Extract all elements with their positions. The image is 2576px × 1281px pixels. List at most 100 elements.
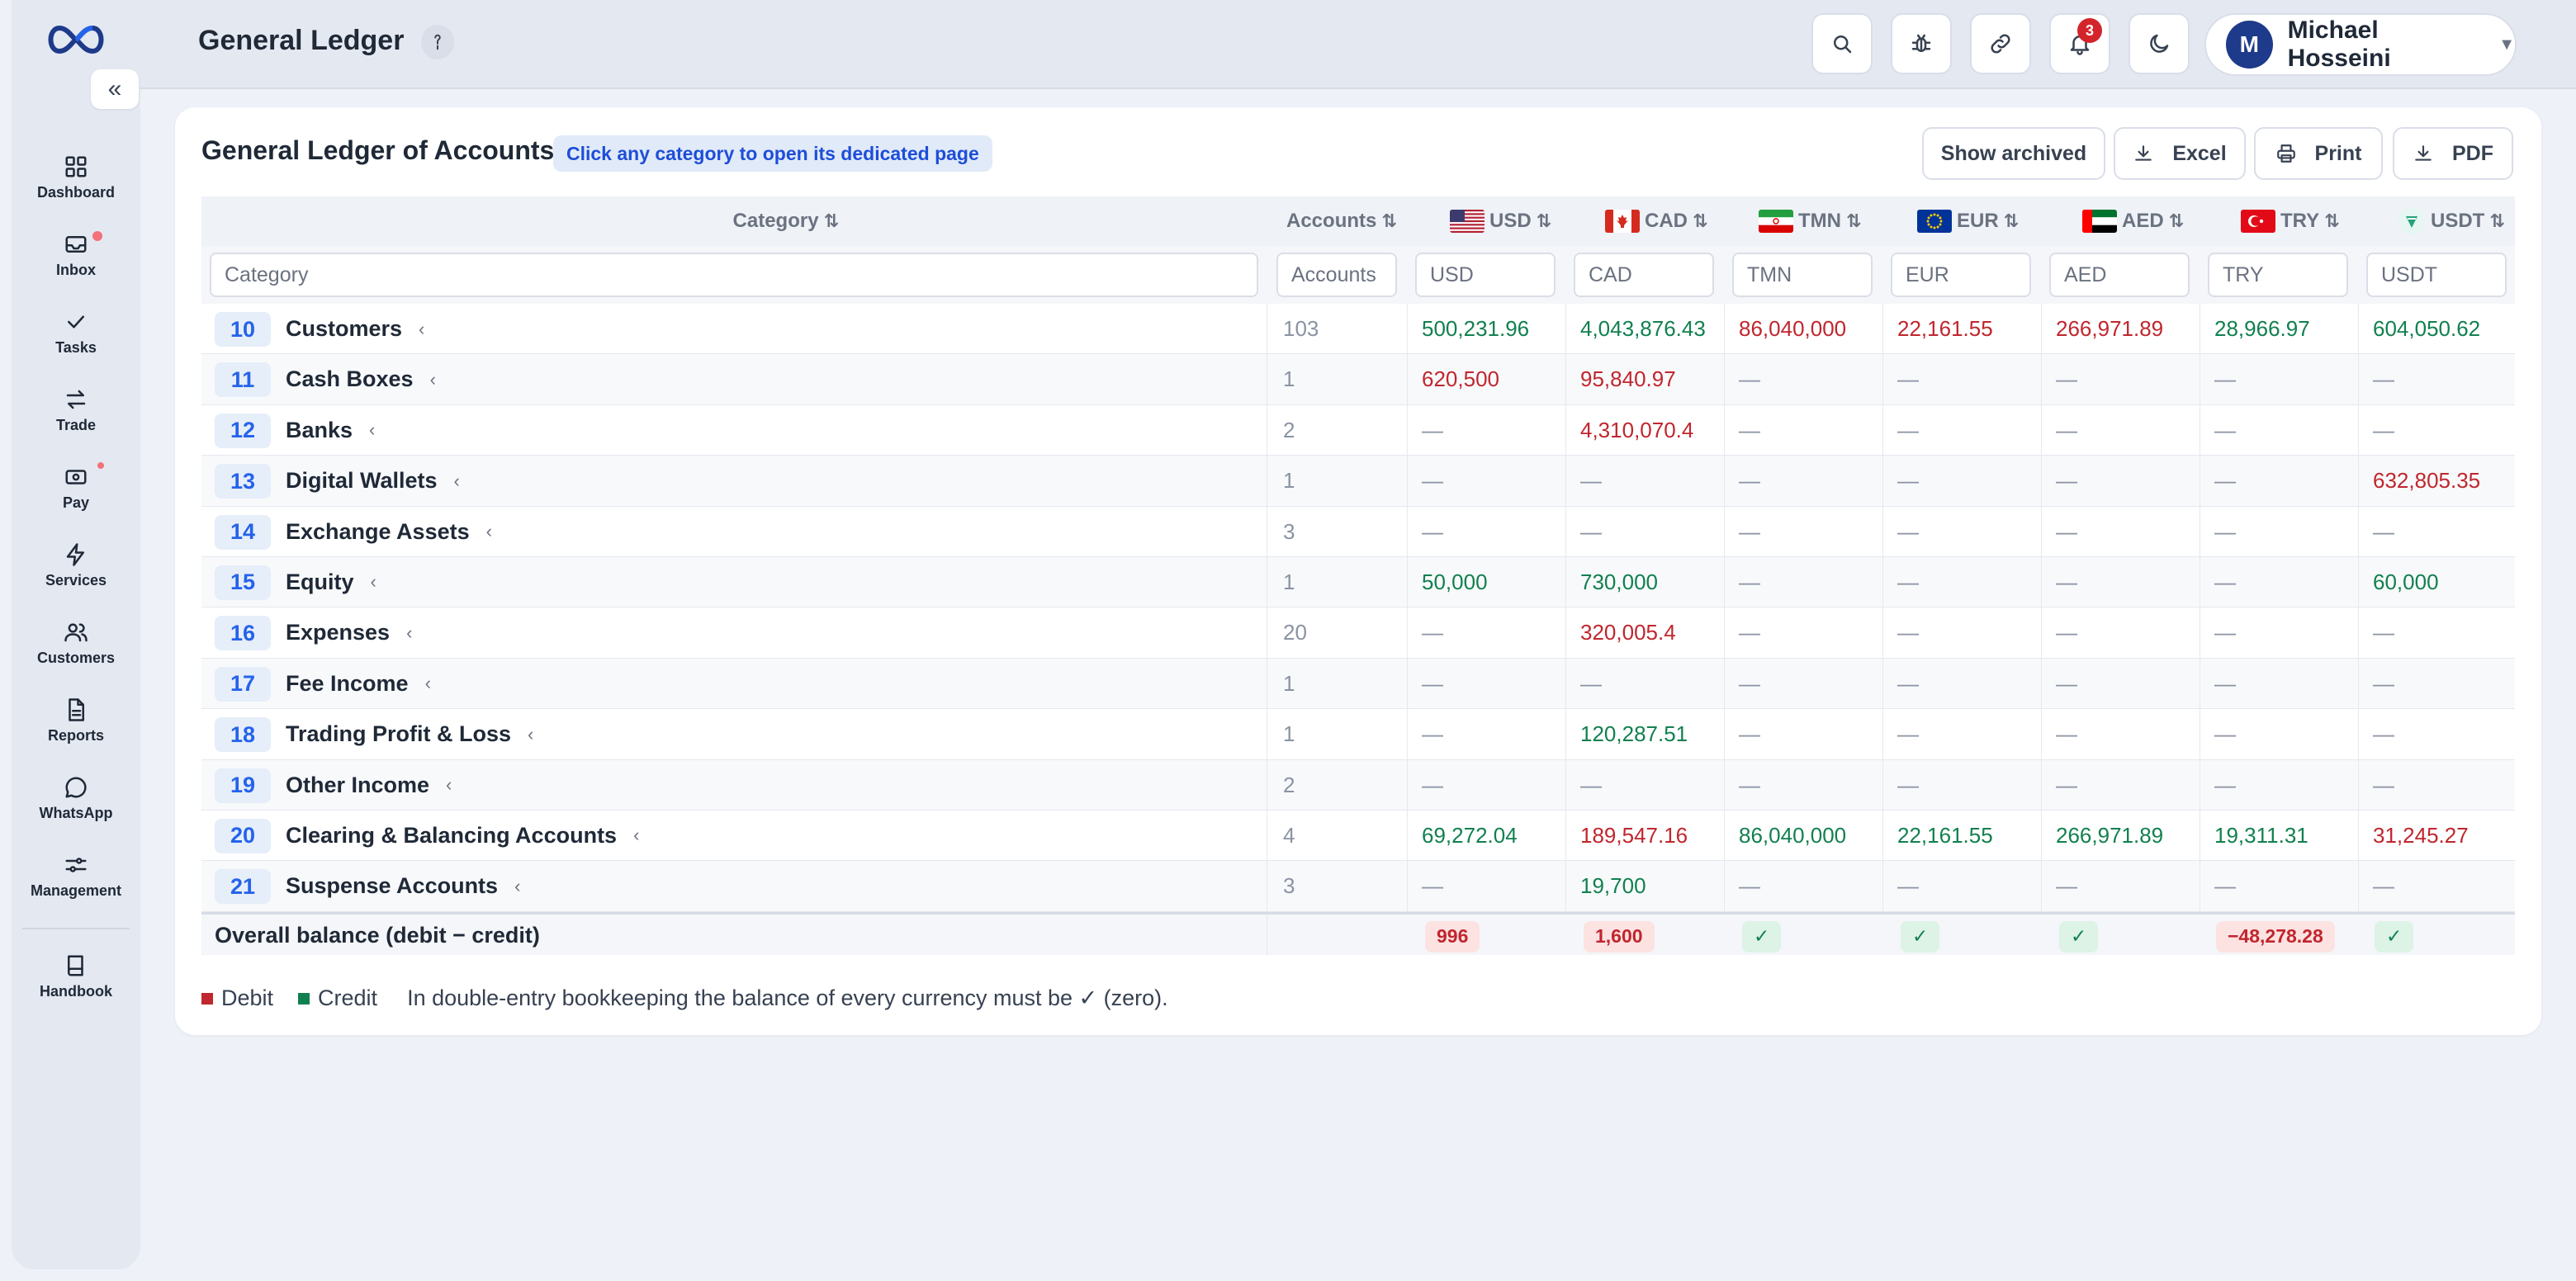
balance-eur: — bbox=[1897, 417, 1919, 442]
category-name[interactable]: Fee Income ‹ bbox=[286, 659, 431, 709]
sort-icon: ⇅ bbox=[1381, 210, 1397, 231]
table-row[interactable]: 15 Equity ‹ 1 50,000 730,000 — — — — 60,000 bbox=[201, 556, 2515, 608]
usd-filter-input[interactable] bbox=[1415, 253, 1556, 297]
column-divider bbox=[1882, 354, 1883, 404]
sidebar-item-reports[interactable]: Reports bbox=[18, 682, 134, 759]
column-divider bbox=[1565, 709, 1566, 759]
pdf-label: PDF bbox=[2452, 141, 2493, 165]
balance-usd: 620,500 bbox=[1422, 366, 1499, 392]
category-name[interactable]: Cash Boxes ‹ bbox=[286, 354, 436, 404]
print-button[interactable]: Print bbox=[2254, 127, 2383, 180]
print-label: Print bbox=[2314, 141, 2362, 165]
category-name[interactable]: Equity ‹ bbox=[286, 557, 376, 607]
category-name-label: Cash Boxes bbox=[286, 366, 414, 392]
column-divider bbox=[2358, 506, 2359, 556]
usdt-filter-input[interactable] bbox=[2366, 253, 2507, 297]
links-button[interactable] bbox=[1970, 13, 2031, 74]
column-header-tmn[interactable]: TMN ⇅ bbox=[1759, 210, 1861, 233]
balance-eur: — bbox=[1897, 772, 1919, 797]
aed-filter-input[interactable] bbox=[2049, 253, 2190, 297]
accounts-filter-input[interactable] bbox=[1276, 253, 1397, 297]
sidebar: « Dashboard Inbox Tasks Trade Pay Servic… bbox=[12, 0, 140, 1269]
infinity-logo-icon[interactable] bbox=[43, 21, 109, 58]
category-name[interactable]: Clearing & Balancing Accounts ‹ bbox=[286, 811, 639, 861]
column-header-usd[interactable]: USD ⇅ bbox=[1450, 210, 1551, 233]
cad-filter-input[interactable] bbox=[1574, 253, 1714, 297]
table-row[interactable]: 21 Suspense Accounts ‹ 3 — 19,700 — — — — — bbox=[201, 861, 2515, 912]
sidebar-item-handbook[interactable]: Handbook bbox=[18, 938, 134, 1015]
table-row[interactable]: 18 Trading Profit & Loss ‹ 1 — 120,287.51 — — — —… bbox=[201, 709, 2515, 760]
category-name[interactable]: Expenses ‹ bbox=[286, 607, 412, 658]
user-menu[interactable]: M Michael Hosseini ▼ bbox=[2204, 13, 2517, 76]
column-header-category[interactable]: Category ⇅ bbox=[733, 210, 839, 233]
sidebar-item-inbox[interactable]: Inbox bbox=[18, 216, 134, 294]
column-header-cad[interactable]: CAD ⇅ bbox=[1605, 210, 1707, 233]
column-divider bbox=[1724, 810, 1725, 861]
sidebar-item-dashboard[interactable]: Dashboard bbox=[18, 139, 134, 216]
category-filter-input[interactable] bbox=[210, 253, 1258, 297]
balance-usd: 69,272.04 bbox=[1422, 822, 1518, 848]
column-divider bbox=[1882, 304, 1883, 354]
table-row[interactable]: 20 Clearing & Balancing Accounts ‹ 4 69,272.… bbox=[201, 810, 2515, 862]
balance-try: — bbox=[2214, 670, 2236, 696]
try-filter-input[interactable] bbox=[2208, 253, 2348, 297]
debug-button[interactable] bbox=[1891, 13, 1952, 74]
sidebar-item-label: Tasks bbox=[55, 338, 97, 356]
category-name[interactable]: Other Income ‹ bbox=[286, 760, 452, 811]
table-row[interactable]: 14 Exchange Assets ‹ 3 — — — — — — — bbox=[201, 506, 2515, 557]
column-divider bbox=[1724, 709, 1725, 759]
bug-icon bbox=[1911, 34, 1931, 52]
sidebar-item-tasks[interactable]: Tasks bbox=[18, 294, 134, 371]
sliders-icon bbox=[65, 857, 87, 872]
pin-page-button[interactable] bbox=[421, 25, 454, 59]
category-name-label: Expenses bbox=[286, 620, 391, 645]
tmn-filter-input[interactable] bbox=[1732, 253, 1873, 297]
balance-usd: — bbox=[1422, 468, 1443, 494]
column-header-accounts[interactable]: Accounts ⇅ bbox=[1286, 210, 1397, 233]
sidebar-item-pay[interactable]: Pay bbox=[18, 449, 134, 527]
column-header-label: Accounts bbox=[1286, 210, 1377, 232]
balance-usd: — bbox=[1422, 873, 1443, 899]
column-header-aed[interactable]: AED ⇅ bbox=[2082, 210, 2184, 233]
table-row[interactable]: 19 Other Income ‹ 2 — — — — — — — bbox=[201, 759, 2515, 811]
card-title: General Ledger of Accounts bbox=[201, 135, 555, 165]
sidebar-item-trade[interactable]: Trade bbox=[18, 371, 134, 449]
table-row[interactable]: 13 Digital Wallets ‹ 1 — — — — — — 632,805.35 bbox=[201, 456, 2515, 507]
balance-usd: 50,000 bbox=[1422, 569, 1488, 594]
export-pdf-button[interactable]: PDF bbox=[2393, 127, 2513, 180]
column-header-try[interactable]: TRY ⇅ bbox=[2241, 210, 2340, 233]
column-divider bbox=[1407, 506, 1408, 556]
category-name[interactable]: Customers ‹ bbox=[286, 304, 424, 354]
cash-icon bbox=[65, 469, 87, 485]
table-row[interactable]: 17 Fee Income ‹ 1 — — — — — — — bbox=[201, 658, 2515, 710]
table-row[interactable]: 12 Banks ‹ 2 — 4,310,070.4 — — — — — bbox=[201, 404, 2515, 456]
category-name[interactable]: Exchange Assets ‹ bbox=[286, 507, 492, 557]
sidebar-item-management[interactable]: Management bbox=[18, 837, 134, 915]
show-archived-button[interactable]: Show archived bbox=[1922, 127, 2105, 180]
table-row[interactable]: 11 Cash Boxes ‹ 1 620,500 95,840.97 — — — — — bbox=[201, 354, 2515, 405]
collapse-sidebar-button[interactable]: « bbox=[91, 69, 139, 109]
notifications-button[interactable]: 3 bbox=[2049, 13, 2110, 74]
table-row[interactable]: 16 Expenses ‹ 20 — 320,005.4 — — — — — bbox=[201, 607, 2515, 659]
balance-tmn: — bbox=[1739, 772, 1760, 797]
column-divider bbox=[1882, 404, 1883, 456]
eur-filter-input[interactable] bbox=[1891, 253, 2031, 297]
search-button[interactable] bbox=[1811, 13, 1873, 74]
accounts-count: 1 bbox=[1283, 721, 1295, 747]
category-name[interactable]: Digital Wallets ‹ bbox=[286, 456, 460, 506]
theme-toggle-button[interactable] bbox=[2129, 13, 2190, 74]
sidebar-item-customers[interactable]: Customers bbox=[18, 604, 134, 682]
table-row[interactable]: 10 Customers ‹ 103 500,231.96 4,043,876.43 86,… bbox=[201, 304, 2515, 355]
user-name: Michael Hosseini bbox=[2287, 17, 2391, 72]
column-header-eur[interactable]: EUR ⇅ bbox=[1917, 210, 2019, 233]
category-name[interactable]: Suspense Accounts ‹ bbox=[286, 861, 520, 911]
column-header-usdt[interactable]: USDT ⇅ bbox=[2398, 207, 2505, 235]
accounts-count: 3 bbox=[1283, 873, 1295, 899]
sort-icon: ⇅ bbox=[823, 210, 839, 231]
category-name[interactable]: Banks ‹ bbox=[286, 405, 375, 456]
export-excel-button[interactable]: Excel bbox=[2114, 127, 2246, 180]
category-name[interactable]: Trading Profit & Loss ‹ bbox=[286, 709, 533, 759]
sidebar-item-whatsapp[interactable]: WhatsApp bbox=[18, 759, 134, 837]
balance-usdt: — bbox=[2373, 772, 2394, 797]
sidebar-item-services[interactable]: Services bbox=[18, 527, 134, 604]
